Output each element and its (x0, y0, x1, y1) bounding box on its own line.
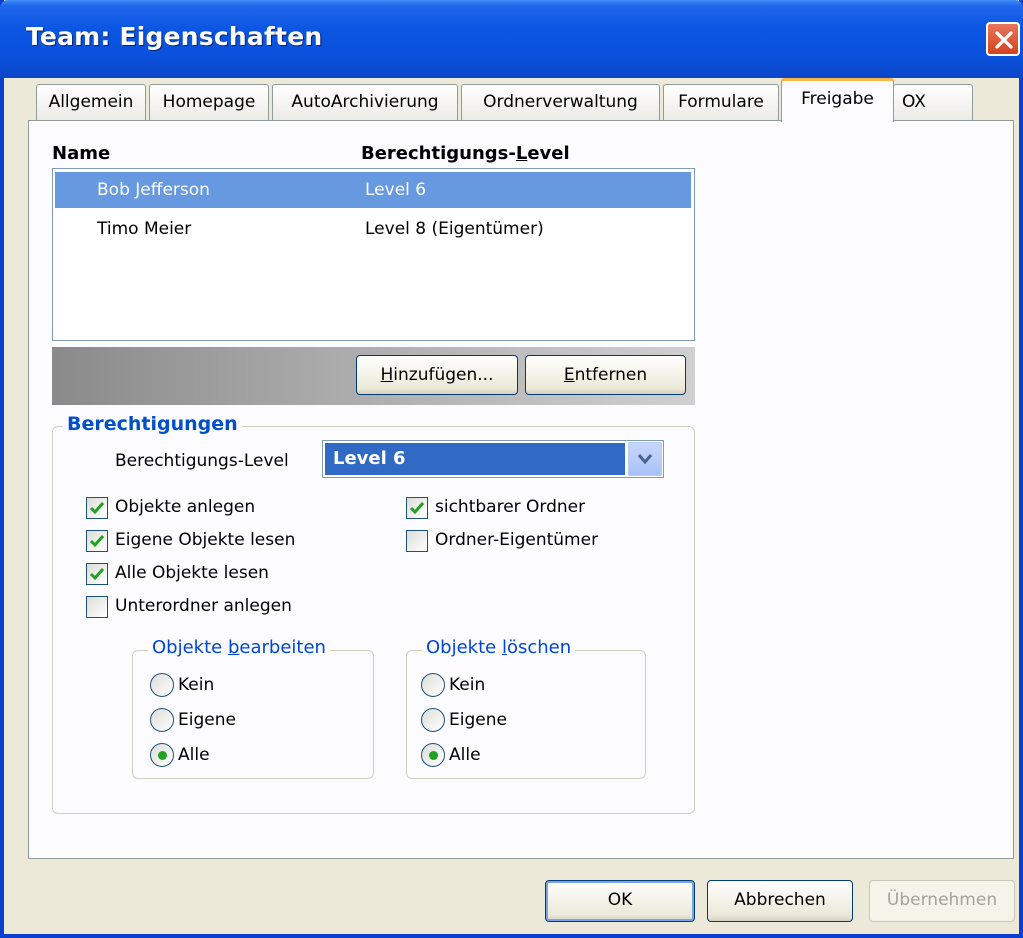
permission-level-value: Level 6 (325, 443, 625, 475)
radio-label: Alle (178, 745, 210, 765)
checkbox-read-own-objects[interactable] (86, 530, 108, 552)
checkbox-label: Ordner-Eigentümer (435, 530, 599, 550)
tab-allgemein[interactable]: Allgemein (36, 84, 146, 120)
list-item-name: Bob Jefferson (97, 180, 210, 200)
checkmark-icon (409, 502, 425, 515)
title-bar[interactable]: Team: Eigenschaften (0, 0, 1023, 78)
close-icon (995, 31, 1013, 49)
radio-label: Eigene (449, 710, 507, 730)
chevron-down-icon (637, 454, 653, 465)
tab-ox[interactable]: OX (893, 84, 973, 120)
radio-selected-dot (429, 751, 438, 760)
checkmark-icon (89, 502, 105, 515)
checkmark-icon (89, 568, 105, 581)
checkbox-create-objects[interactable] (86, 497, 108, 519)
radio-label: Alle (449, 745, 481, 765)
permissions-group-title: Berechtigungen (63, 413, 242, 435)
radio-label: Eigene (178, 710, 236, 730)
radio-label: Kein (449, 675, 486, 695)
checkbox-label: Unterordner anlegen (115, 596, 292, 616)
tab-ordnerverwaltung[interactable]: Ordnerverwaltung (461, 84, 660, 120)
permission-level-label: Berechtigungs-Level (115, 451, 289, 471)
checkmark-icon (89, 535, 105, 548)
add-button[interactable]: Hinzufügen... (356, 355, 518, 395)
list-item[interactable]: Bob Jefferson Level 6 (55, 172, 691, 208)
edit-objects-group-title: Objekte bearbeiten (148, 637, 330, 658)
radio-delete-none[interactable] (421, 673, 445, 697)
checkbox-label: Alle Objekte lesen (115, 563, 269, 583)
checkbox-label: Eigene Objekte lesen (115, 530, 296, 550)
list-item-name: Timo Meier (97, 219, 192, 239)
column-header-name: Name (52, 143, 111, 164)
tab-autoarchivierung[interactable]: AutoArchivierung (272, 84, 458, 120)
radio-label: Kein (178, 675, 215, 695)
list-item[interactable]: Timo Meier Level 8 (Eigentümer) (55, 211, 691, 247)
tab-homepage[interactable]: Homepage (149, 84, 269, 120)
close-button[interactable] (986, 22, 1020, 56)
permission-level-select[interactable]: Level 6 (322, 440, 664, 478)
radio-selected-dot (158, 751, 167, 760)
remove-button[interactable]: Entfernen (525, 355, 686, 395)
checkbox-label: Objekte anlegen (115, 497, 256, 517)
radio-edit-all[interactable] (150, 743, 174, 767)
checkbox-label: sichtbarer Ordner (435, 497, 586, 517)
checkbox-create-subfolders[interactable] (86, 596, 108, 618)
delete-objects-group-title: Objekte löschen (422, 637, 576, 658)
permissions-listbox[interactable]: Bob Jefferson Level 6 Timo Meier Level 8… (52, 168, 695, 341)
checkbox-read-all-objects[interactable] (86, 563, 108, 585)
checkbox-folder-owner[interactable] (406, 530, 428, 552)
dropdown-button[interactable] (628, 442, 662, 476)
column-header-level: Berechtigungs-Level (361, 143, 570, 164)
apply-button[interactable]: Übernehmen (869, 880, 1015, 922)
cancel-button[interactable]: Abbrechen (707, 880, 853, 922)
ok-button[interactable]: OK (545, 880, 695, 922)
radio-edit-none[interactable] (150, 673, 174, 697)
radio-delete-own[interactable] (421, 708, 445, 732)
window-title: Team: Eigenschaften (26, 22, 323, 51)
list-item-level: Level 8 (Eigentümer) (365, 219, 544, 239)
checkbox-visible-folder[interactable] (406, 497, 428, 519)
tab-formulare[interactable]: Formulare (663, 84, 779, 120)
radio-delete-all[interactable] (421, 743, 445, 767)
list-item-level: Level 6 (365, 180, 427, 200)
radio-edit-own[interactable] (150, 708, 174, 732)
tab-freigabe[interactable]: Freigabe (781, 78, 894, 122)
